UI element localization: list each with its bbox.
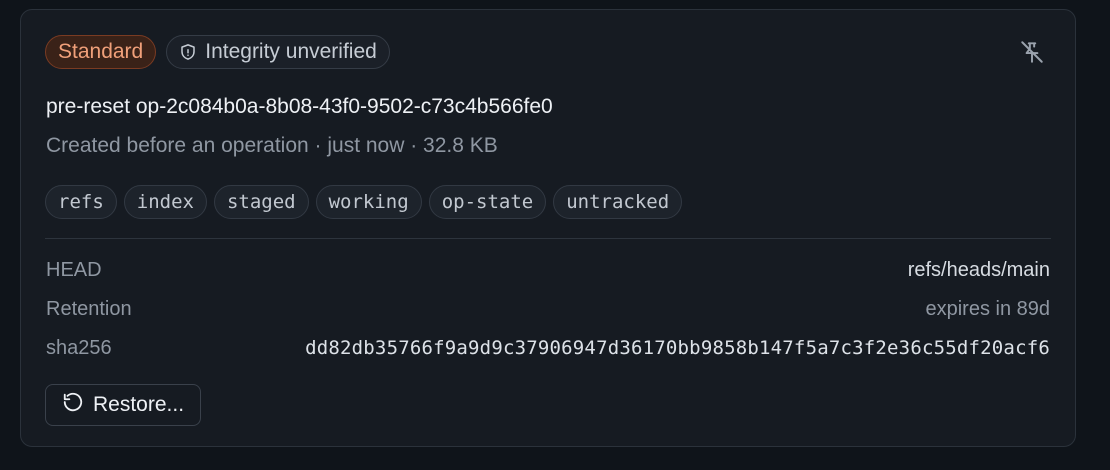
integrity-badge: Integrity unverified — [166, 35, 390, 69]
retention-value: expires in 89d — [925, 297, 1050, 320]
divider — [45, 238, 1051, 239]
restore-button-label: Restore... — [93, 393, 185, 416]
badge-row: Standard Integrity unverified — [45, 35, 390, 69]
pin-off-icon[interactable] — [1019, 39, 1045, 65]
rotate-ccw-icon — [62, 391, 84, 419]
detail-row-retention: Retention expires in 89d — [46, 295, 1050, 323]
snapshot-card: Standard Integrity unverified pre-reset … — [20, 9, 1076, 447]
detail-row-head: HEAD refs/heads/main — [46, 256, 1050, 284]
chip-op-state: op-state — [428, 185, 547, 219]
detail-row-sha256: sha256 dd82db35766f9a9d9c37906947d36170b… — [46, 334, 1050, 362]
level-badge: Standard — [45, 35, 157, 69]
chip-refs: refs — [45, 185, 117, 219]
sha256-value: dd82db35766f9a9d9c37906947d36170bb9858b1… — [305, 337, 1050, 359]
snapshot-subtitle: Created before an operation · just now ·… — [46, 134, 498, 157]
shield-icon — [179, 43, 197, 61]
snapshot-title: pre-reset op-2c084b0a-8b08-43f0-9502-c73… — [46, 95, 553, 118]
restore-button[interactable]: Restore... — [45, 384, 202, 426]
head-value: refs/heads/main — [907, 258, 1050, 281]
sha256-label: sha256 — [46, 336, 112, 359]
chip-staged: staged — [213, 185, 309, 219]
chip-untracked: untracked — [553, 185, 683, 219]
component-chips: refs index staged working op-state untra… — [45, 185, 683, 219]
retention-label: Retention — [46, 297, 132, 320]
integrity-badge-label: Integrity unverified — [205, 40, 377, 63]
head-label: HEAD — [46, 258, 102, 281]
chip-index: index — [123, 185, 207, 219]
chip-working: working — [315, 185, 422, 219]
